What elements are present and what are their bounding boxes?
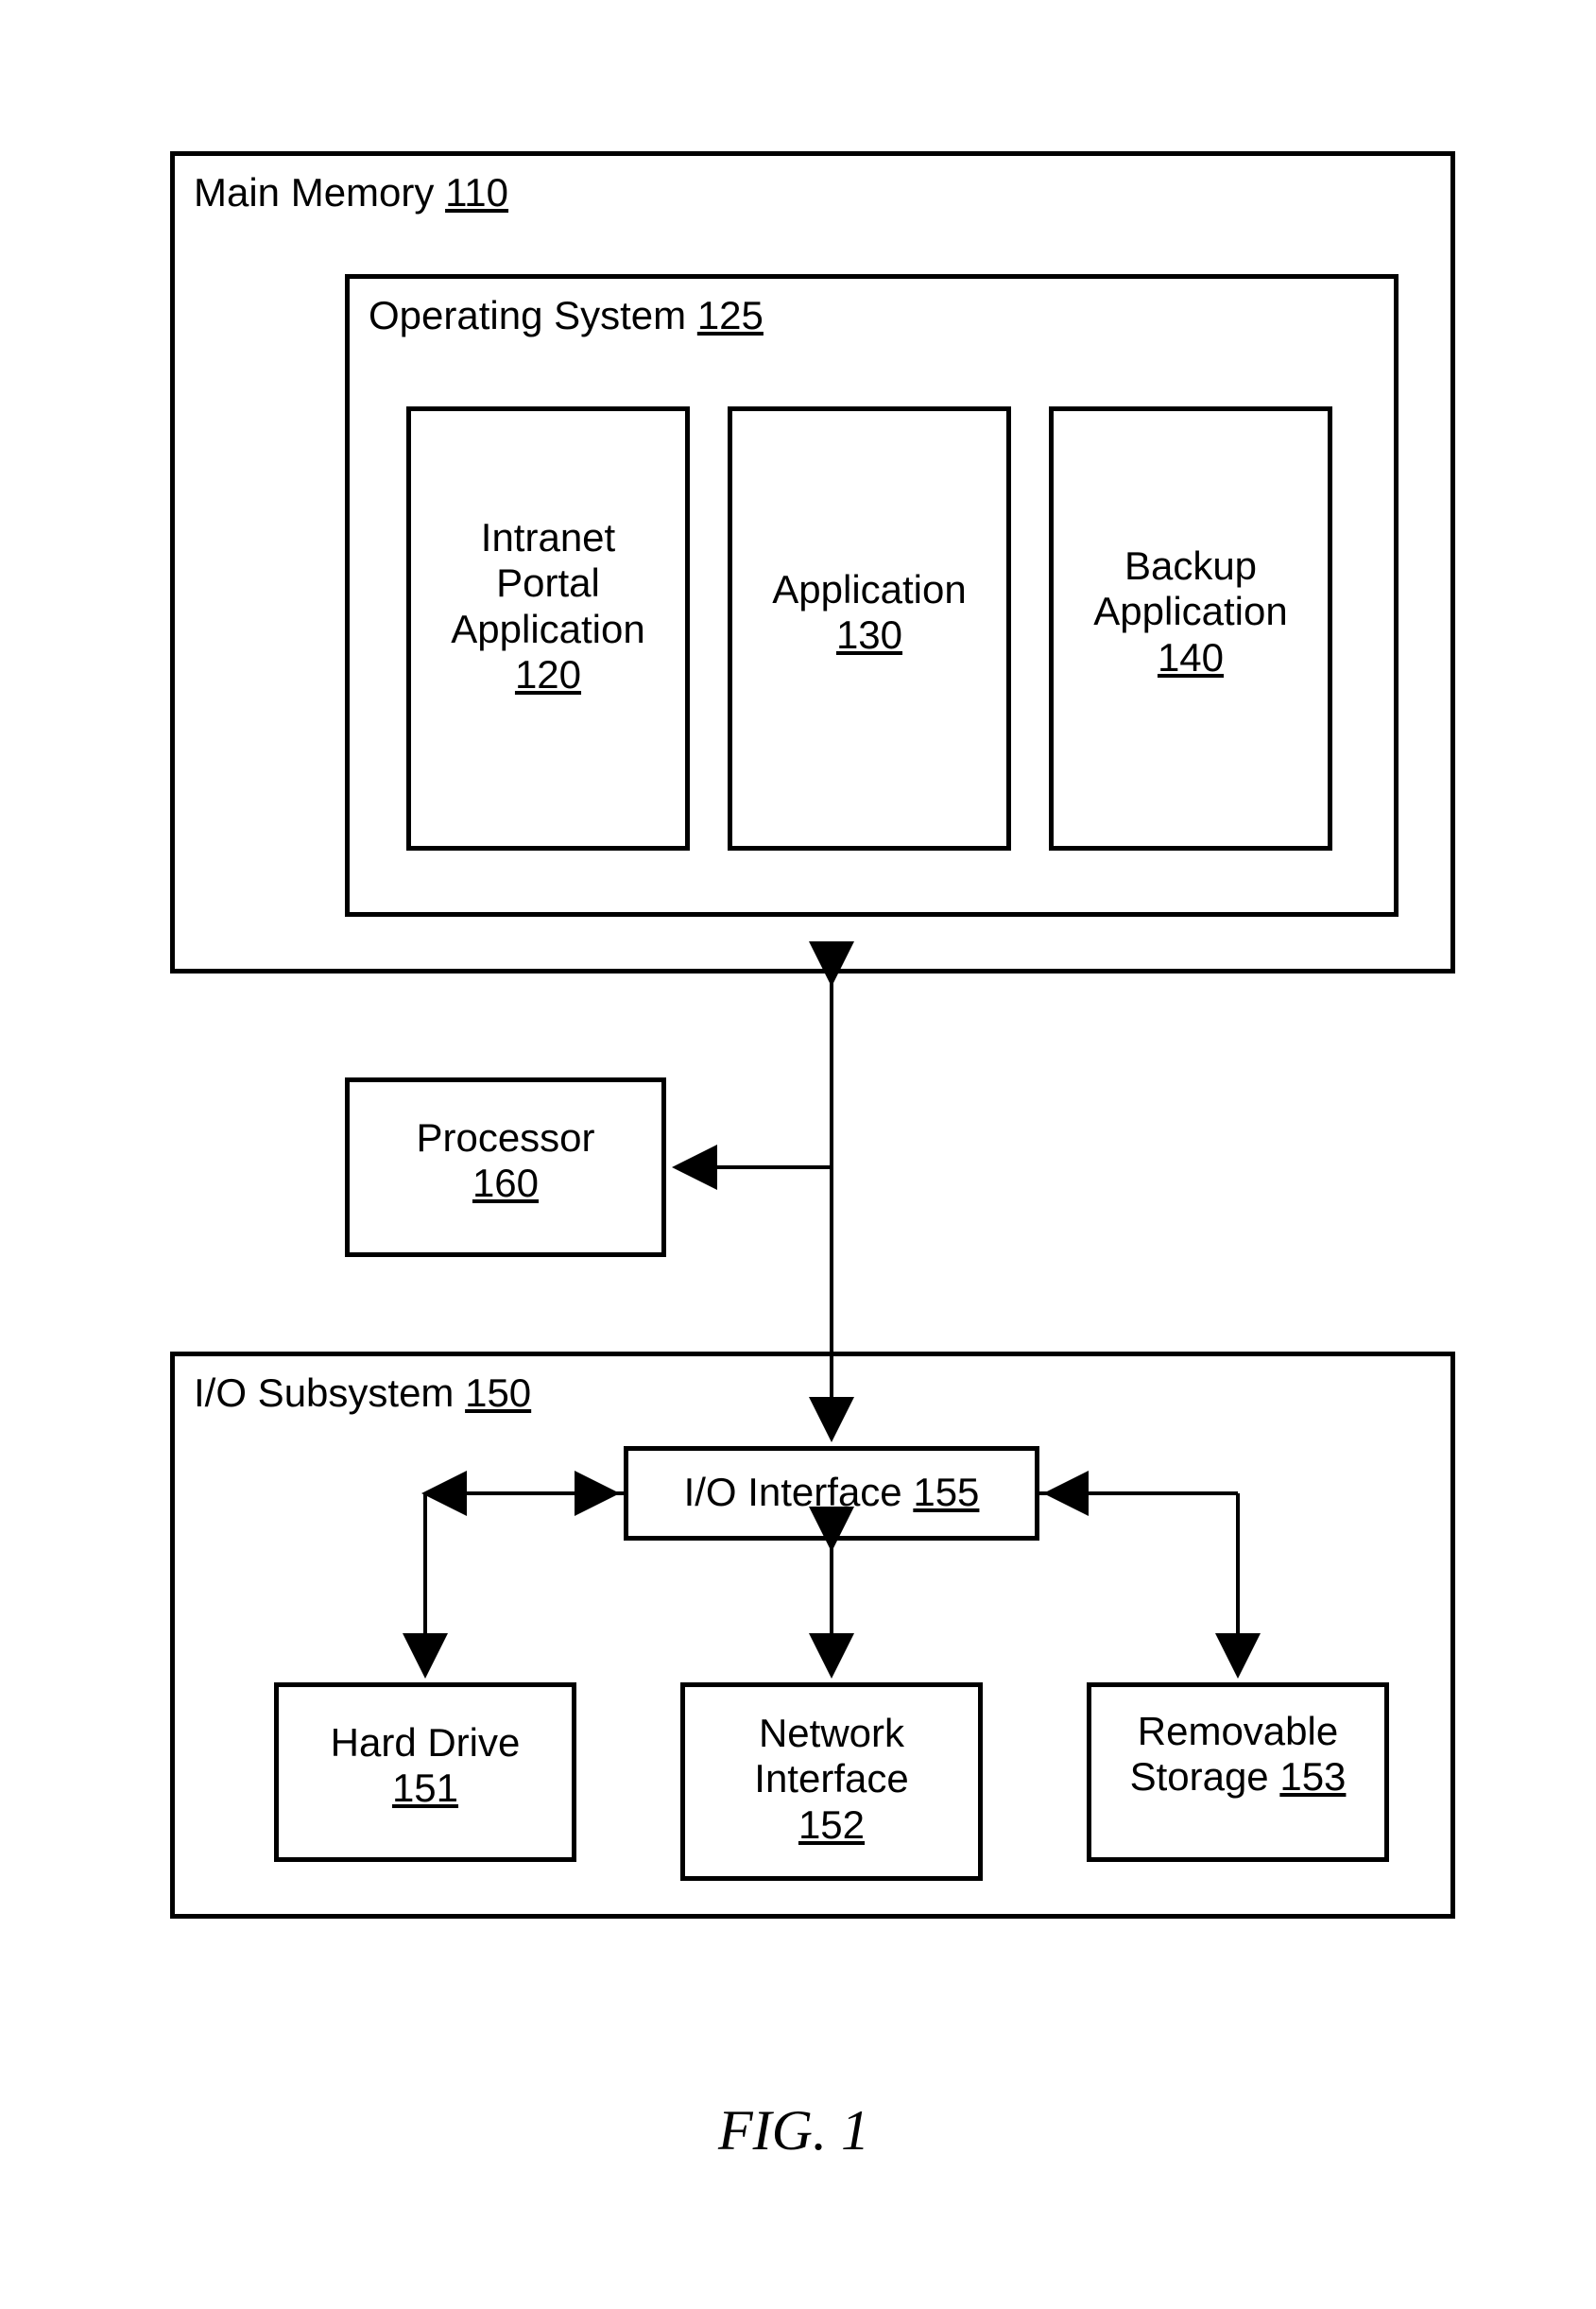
network-interface-label: Network Interface 152 — [680, 1711, 983, 1848]
io-subsystem-ref: 150 — [465, 1370, 531, 1415]
network-ref: 152 — [798, 1802, 865, 1847]
application-ref: 130 — [836, 612, 902, 657]
processor-label: Processor 160 — [345, 1115, 666, 1207]
io-interface-ref: 155 — [913, 1470, 979, 1514]
network-l2: Interface — [754, 1756, 908, 1801]
io-interface-label: I/O Interface 155 — [624, 1470, 1039, 1515]
main-memory-name: Main Memory — [194, 170, 434, 215]
io-interface-name: I/O Interface — [684, 1470, 902, 1514]
backup-l1: Backup — [1124, 543, 1257, 588]
network-l1: Network — [759, 1711, 904, 1755]
intranet-l3: Application — [451, 607, 644, 651]
main-memory-ref: 110 — [445, 170, 508, 215]
intranet-ref: 120 — [515, 652, 581, 697]
application-l1: Application — [772, 567, 966, 612]
backup-ref: 140 — [1158, 635, 1224, 680]
hard-drive-label: Hard Drive 151 — [274, 1720, 576, 1812]
intranet-app-label: Intranet Portal Application 120 — [406, 515, 690, 698]
removable-storage-label: Removable Storage 153 — [1087, 1709, 1389, 1801]
intranet-l2: Portal — [496, 560, 600, 605]
operating-system-ref: 125 — [697, 293, 764, 337]
diagram-canvas: Main Memory 110 Operating System 125 Int… — [0, 0, 1596, 2309]
io-subsystem-name: I/O Subsystem — [194, 1370, 454, 1415]
backup-l2: Application — [1093, 589, 1287, 633]
removable-l2-ref: Storage 153 — [1130, 1754, 1347, 1799]
figure-label: FIG. 1 — [718, 2098, 869, 2163]
hard-drive-ref: 151 — [392, 1766, 458, 1810]
processor-ref: 160 — [472, 1161, 539, 1205]
main-memory-label: Main Memory 110 — [194, 170, 508, 215]
operating-system-label: Operating System 125 — [369, 293, 764, 338]
intranet-l1: Intranet — [481, 515, 615, 560]
operating-system-name: Operating System — [369, 293, 686, 337]
removable-l2: Storage — [1130, 1754, 1269, 1799]
hard-drive-name: Hard Drive — [331, 1720, 521, 1765]
removable-ref: 153 — [1279, 1754, 1346, 1799]
io-subsystem-label: I/O Subsystem 150 — [194, 1370, 531, 1416]
removable-l1: Removable — [1138, 1709, 1338, 1753]
processor-name: Processor — [416, 1115, 594, 1160]
application-label: Application 130 — [728, 567, 1011, 659]
backup-app-label: Backup Application 140 — [1049, 543, 1332, 681]
